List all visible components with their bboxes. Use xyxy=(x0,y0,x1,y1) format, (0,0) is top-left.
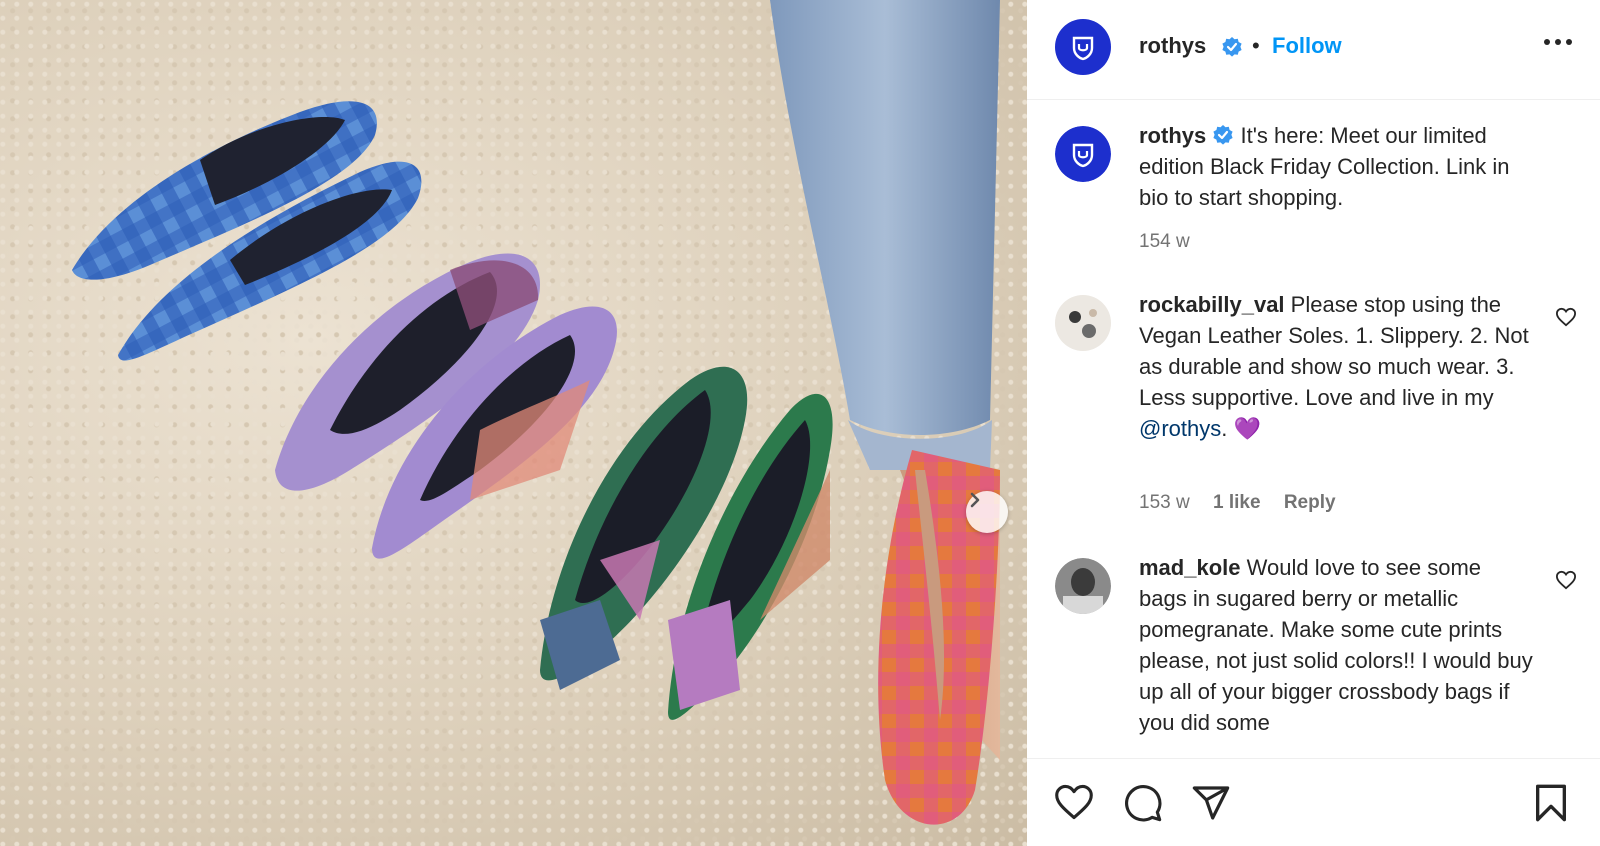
share-icon[interactable] xyxy=(1191,783,1231,823)
like-comment-heart-icon[interactable] xyxy=(1555,307,1577,327)
comment-time[interactable]: 153 w xyxy=(1139,492,1190,513)
caption-text-block: rothys It's here: Meet our limited editi… xyxy=(1139,120,1534,213)
caption-entry: rothys It's here: Meet our limited editi… xyxy=(1055,123,1575,266)
header-separator: • xyxy=(1252,33,1260,58)
comment-username[interactable]: mad_kole xyxy=(1139,555,1241,580)
caption-time[interactable]: 154 w xyxy=(1139,231,1190,252)
comment-mention-link[interactable]: @rothys xyxy=(1139,416,1221,441)
commenter-avatar[interactable] xyxy=(1055,295,1111,351)
green-flats xyxy=(540,366,833,720)
comment-meta: 153 w 1 like Reply xyxy=(1139,492,1354,514)
next-image-button[interactable] xyxy=(966,491,1008,533)
verified-badge-icon xyxy=(1213,125,1233,145)
comment-text-block: mad_kole Would love to see some bags in … xyxy=(1139,552,1534,738)
comment-icon[interactable] xyxy=(1123,783,1163,823)
like-comment-heart-icon[interactable] xyxy=(1555,570,1577,590)
post-actions-bar xyxy=(1027,758,1600,846)
comment-text-block: rockabilly_val Please stop using the Veg… xyxy=(1139,289,1534,444)
heart-icon[interactable] xyxy=(1053,783,1095,821)
bookmark-icon[interactable] xyxy=(1533,783,1569,823)
header-username[interactable]: rothys xyxy=(1139,33,1206,59)
verified-badge-icon xyxy=(1222,37,1242,57)
avatar-photo xyxy=(1055,558,1111,614)
comment-item: mad_kole Would love to see some bags in … xyxy=(1055,555,1577,758)
comment-text-end: . xyxy=(1221,416,1228,441)
follow-button[interactable]: Follow xyxy=(1272,33,1342,59)
chevron-right-icon xyxy=(970,492,980,508)
account-avatar[interactable] xyxy=(1055,19,1111,75)
post-header: rothys • Follow xyxy=(1027,0,1600,100)
caption-meta: 154 w xyxy=(1139,231,1208,253)
purple-heart-emoji: 💜 xyxy=(1233,416,1261,441)
shoes-illustration xyxy=(72,0,1000,825)
commenter-avatar[interactable] xyxy=(1055,558,1111,614)
rothys-logo-icon xyxy=(1072,36,1094,61)
post-side-panel: rothys • Follow rothys It's here: Meet o… xyxy=(1027,0,1600,846)
rothys-logo-icon xyxy=(1072,143,1094,168)
avatar-photo xyxy=(1055,295,1111,351)
comment-text: Would love to see some bags in sugared b… xyxy=(1139,555,1533,735)
comment-username[interactable]: rockabilly_val xyxy=(1139,292,1285,317)
comment-item: rockabilly_val Please stop using the Veg… xyxy=(1055,292,1577,525)
lavender-flats xyxy=(275,253,617,559)
comments-list[interactable]: rothys It's here: Meet our limited editi… xyxy=(1027,100,1600,758)
blue-gingham-flats xyxy=(72,101,422,361)
caption-username[interactable]: rothys xyxy=(1139,123,1206,148)
more-horizontal-icon[interactable] xyxy=(1543,38,1573,46)
reply-button[interactable]: Reply xyxy=(1284,492,1336,513)
comment-likes[interactable]: 1 like xyxy=(1213,492,1261,513)
post-photo[interactable] xyxy=(0,0,1027,846)
caption-avatar[interactable] xyxy=(1055,126,1111,182)
